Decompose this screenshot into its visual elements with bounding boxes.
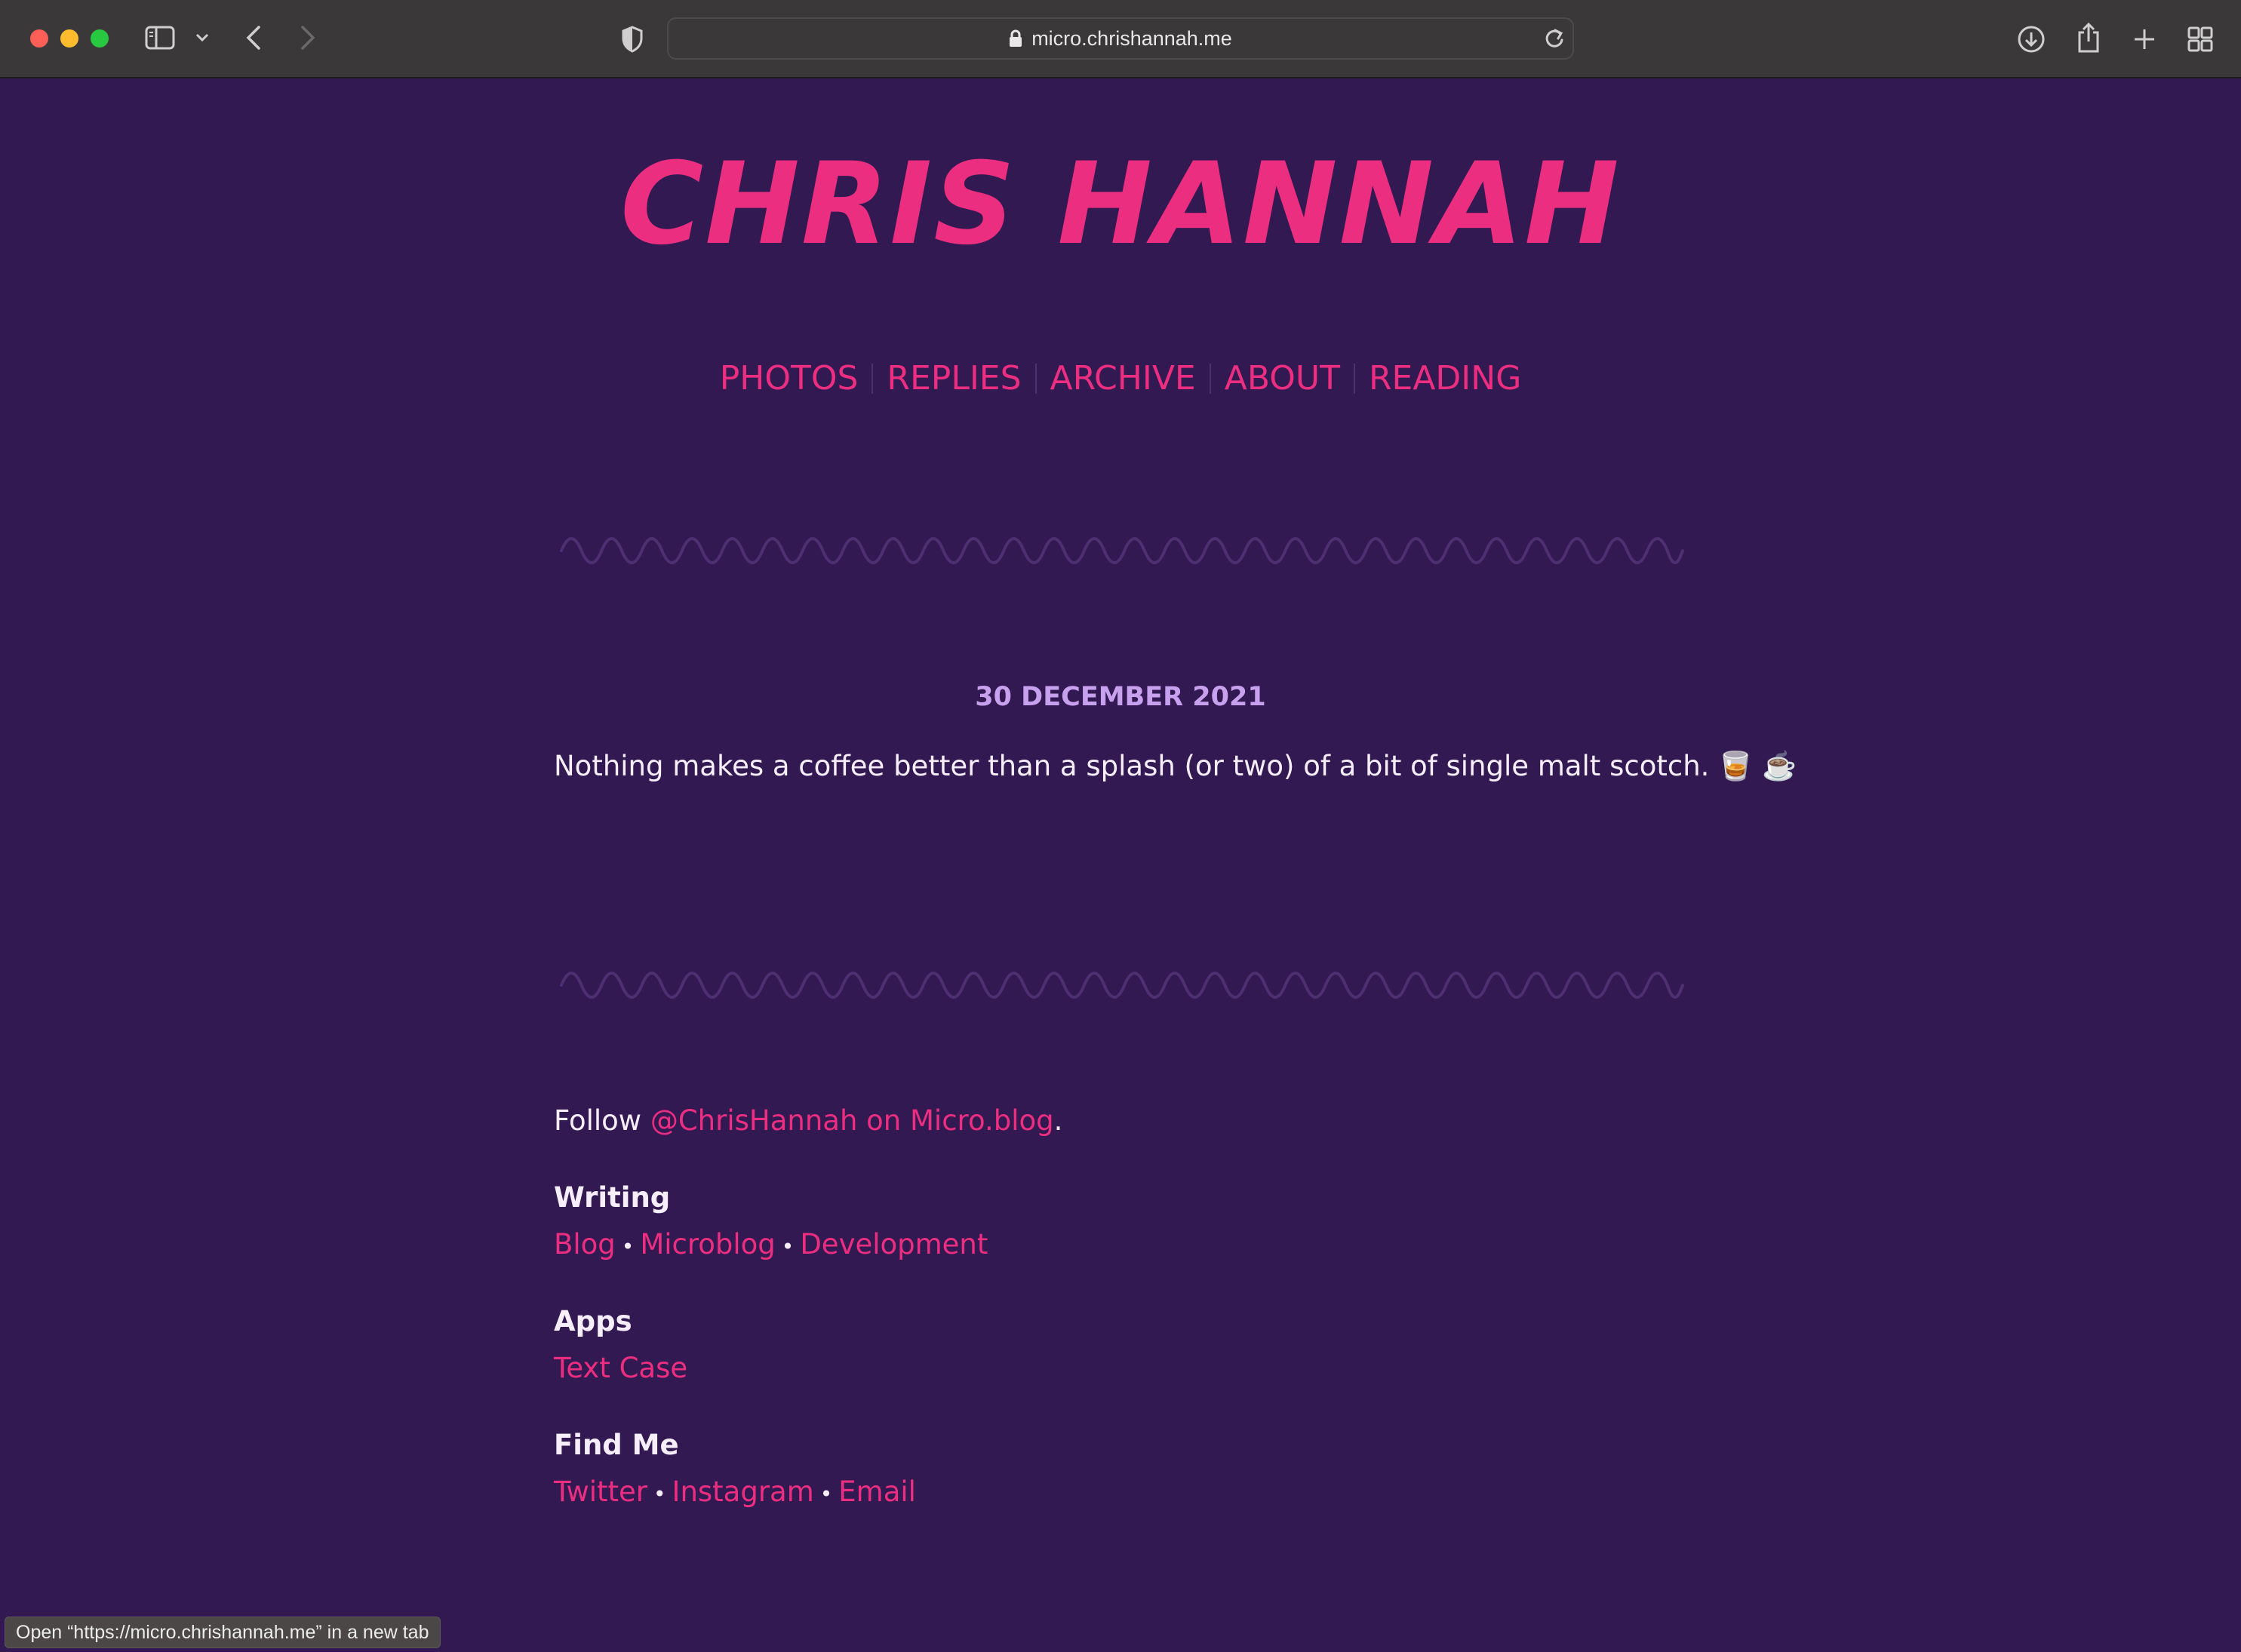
lock-icon — [1009, 29, 1022, 48]
wave-divider — [560, 537, 1684, 564]
maximize-window-button[interactable] — [91, 29, 109, 48]
link-separator: • — [781, 1234, 795, 1259]
nav-link-about[interactable]: ABOUT — [1225, 359, 1340, 398]
nav-link-photos[interactable]: PHOTOS — [720, 359, 859, 398]
follow-prefix: Follow — [554, 1104, 650, 1137]
forward-icon[interactable] — [294, 23, 321, 53]
url-text: micro.chrishannah.me — [1031, 26, 1232, 50]
nav-link-reading[interactable]: READING — [1369, 359, 1521, 398]
link-separator: • — [653, 1482, 666, 1506]
twitter-link[interactable]: Twitter — [554, 1475, 647, 1508]
sidebar-icon[interactable] — [145, 24, 175, 51]
text-case-link[interactable]: Text Case — [554, 1352, 687, 1384]
find-me-heading: Find Me — [554, 1429, 679, 1461]
microblog-link[interactable]: Microblog — [640, 1228, 775, 1260]
link-separator: • — [621, 1234, 635, 1259]
link-status-bar: Open “https://micro.chrishannah.me” in a… — [5, 1617, 441, 1648]
apps-heading: Apps — [554, 1305, 632, 1337]
address-bar[interactable]: micro.chrishannah.me — [667, 17, 1574, 60]
chevron-down-icon[interactable] — [193, 29, 211, 47]
apps-links: Text Case — [554, 1352, 1686, 1429]
nav-separator — [1209, 363, 1211, 394]
find-me-links: Twitter • Instagram • Email — [554, 1475, 1686, 1552]
main-nav: PHOTOS REPLIES ARCHIVE ABOUT READING — [0, 359, 2241, 398]
post-date[interactable]: 30 DECEMBER 2021 — [0, 682, 2241, 712]
nav-separator — [1353, 363, 1355, 394]
email-link[interactable]: Email — [838, 1475, 916, 1508]
follow-line: Follow @ChrisHannah on Micro.blog. — [554, 1104, 1686, 1150]
wave-divider — [560, 972, 1684, 999]
site-title[interactable]: CHRIS HANNAH — [0, 148, 2241, 261]
tab-overview-icon[interactable] — [2185, 24, 2215, 54]
minimize-window-button[interactable] — [60, 29, 78, 48]
browser-toolbar: micro.chrishannah.me — [0, 0, 2241, 78]
nav-link-replies[interactable]: REPLIES — [887, 359, 1021, 398]
post-body: Nothing makes a coffee better than a spl… — [554, 750, 1797, 782]
new-tab-icon[interactable] — [2129, 24, 2160, 54]
writing-heading: Writing — [554, 1181, 671, 1214]
close-window-button[interactable] — [30, 29, 48, 48]
web-page: CHRIS HANNAH PHOTOS REPLIES ARCHIVE ABOU… — [0, 78, 2241, 1652]
site-footer: Follow @ChrisHannah on Micro.blog. Writi… — [554, 1104, 1686, 1552]
nav-link-archive[interactable]: ARCHIVE — [1050, 359, 1196, 398]
follow-suffix: . — [1053, 1104, 1063, 1137]
download-icon[interactable] — [2016, 23, 2046, 56]
nav-separator — [1034, 363, 1037, 394]
instagram-link[interactable]: Instagram — [672, 1475, 814, 1508]
development-link[interactable]: Development — [800, 1228, 988, 1260]
blog-link[interactable]: Blog — [554, 1228, 616, 1260]
follow-microblog-link[interactable]: @ChrisHannah on Micro.blog — [650, 1104, 1054, 1137]
privacy-shield-icon[interactable] — [619, 24, 646, 54]
link-separator: • — [819, 1482, 833, 1506]
writing-links: Blog • Microblog • Development — [554, 1228, 1686, 1305]
share-icon[interactable] — [2073, 20, 2104, 56]
nav-separator — [872, 363, 874, 394]
back-icon[interactable] — [240, 23, 267, 53]
reload-icon[interactable] — [1542, 26, 1566, 51]
